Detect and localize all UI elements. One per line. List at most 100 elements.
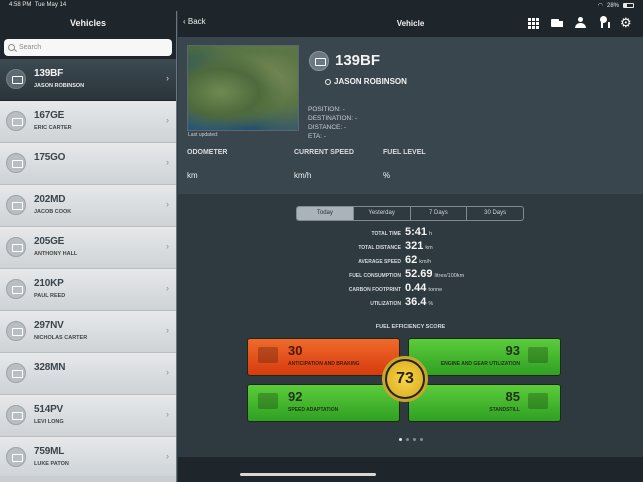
odometer-label: ODOMETER	[187, 149, 228, 156]
overall-score: 73	[387, 361, 423, 397]
engine-gear-tile[interactable]: 93 ENGINE AND GEAR UTILIZATION	[408, 338, 561, 376]
stat-label: TOTAL TIME	[371, 231, 401, 237]
tile-score: 93	[505, 343, 520, 358]
stat-value: 62 km/h	[405, 254, 431, 266]
tile-label: SPEED ADAPTATION	[288, 407, 339, 413]
vehicle-row-514pv[interactable]: 514PV LEVI LONG ›	[0, 395, 176, 437]
page-dot	[419, 438, 423, 441]
destination-field: DESTINATION: -	[308, 115, 357, 122]
vehicle-reg: 139BF	[34, 68, 64, 79]
stat-total-time: TOTAL TIME	[178, 226, 401, 240]
truck-icon[interactable]	[551, 16, 564, 29]
stat-average-speed-value: 62 km/h	[401, 254, 521, 268]
status-right: ◠ 28%	[598, 2, 634, 9]
page-indicator[interactable]	[178, 438, 643, 441]
stat-utilization-value: 36.4%	[401, 296, 521, 310]
vehicle-row-297nv[interactable]: 297NV NICHOLAS CARTER ›	[0, 311, 176, 353]
vehicle-row-202md[interactable]: 202MD JACOB COOK ›	[0, 185, 176, 227]
grid-icon[interactable]	[528, 16, 541, 29]
stat-unit: km/h	[419, 259, 432, 265]
driver-icon[interactable]	[574, 16, 587, 29]
vehicle-reg: 297NV	[34, 320, 64, 331]
chevron-right-icon: ›	[166, 199, 169, 209]
stat-number: 52.69	[405, 268, 433, 280]
vehicle-driver: JASON ROBINSON	[34, 83, 85, 89]
vehicle-icon	[6, 279, 26, 299]
speed-adaptation-tile[interactable]: 92 SPEED ADAPTATION	[247, 384, 400, 422]
engine-icon	[528, 347, 548, 363]
stat-unit: km	[425, 245, 433, 251]
efficiency-title: FUEL EFFICIENCY SCORE	[375, 324, 446, 330]
wifi-icon: ◠	[597, 3, 603, 9]
tile-score: 85	[505, 389, 520, 404]
stat-average-speed: AVERAGE SPEED	[178, 254, 401, 268]
stat-unit: %	[428, 301, 434, 307]
battery-percent: 28%	[606, 2, 619, 9]
stat-fuel-consumption: FUEL CONSUMPTION	[178, 268, 401, 282]
stat-label: FUEL CONSUMPTION	[349, 273, 401, 279]
map-thumbnail[interactable]	[187, 45, 299, 131]
vehicles-sidebar: Vehicles Search 139BF JASON ROBINSON › 1…	[0, 11, 177, 482]
toolbar-icons: ⚙	[528, 16, 633, 29]
stat-unit: tonne	[428, 287, 443, 293]
vehicle-icon	[309, 51, 329, 71]
search-icon	[8, 44, 15, 51]
fuel-pump-icon	[528, 393, 548, 409]
overall-score-badge: 73	[382, 356, 428, 402]
chevron-right-icon: ›	[166, 157, 169, 167]
tab-30-days[interactable]: 30 Days	[467, 207, 523, 220]
search-input[interactable]: Search	[4, 39, 172, 56]
stat-number: 5:41	[405, 226, 428, 238]
sidebar-title: Vehicles	[0, 11, 176, 37]
vehicle-reg: 167GE	[34, 110, 65, 121]
tile-score: 30	[288, 343, 303, 358]
speedometer-icon	[258, 393, 278, 409]
chevron-right-icon: ›	[166, 115, 169, 125]
driver-icon	[325, 79, 331, 85]
vehicle-row-328mn[interactable]: 328MN ›	[0, 353, 176, 395]
stat-number: 321	[405, 240, 424, 252]
standstill-tile[interactable]: 85 STANDSTILL	[408, 384, 561, 422]
stat-label: AVERAGE SPEED	[358, 259, 401, 265]
stat-carbon-footprint: CARBON FOOTPRINT	[178, 282, 401, 296]
chevron-right-icon: ›	[166, 283, 169, 293]
stat-number: 36.4	[405, 296, 427, 308]
stat-total-distance: TOTAL DISTANCE	[178, 240, 401, 254]
tab-7-days[interactable]: 7 Days	[411, 207, 468, 220]
vehicle-row-210kp[interactable]: 210KP PAUL REED ›	[0, 269, 176, 311]
stat-fuel-consumption-value: 52.69 litres/100km	[401, 268, 521, 282]
stat-total-time-value: 5:41 h	[401, 226, 521, 240]
vehicle-row-205ge[interactable]: 205GE ANTHONY HALL ›	[0, 227, 176, 269]
vehicle-icon	[6, 69, 26, 89]
stat-unit: litres/100km	[434, 273, 465, 279]
gear-icon[interactable]: ⚙	[620, 16, 633, 29]
tab-today[interactable]: Today	[297, 207, 354, 220]
vehicle-info-panel: Last updated: 139BF JASON ROBINSON POSIT…	[178, 37, 643, 194]
anticipation-braking-tile[interactable]: 30 ANTICIPATION AND BRAKING	[247, 338, 400, 376]
stat-unit: h	[429, 231, 433, 237]
distance-field: DISTANCE: -	[308, 124, 347, 131]
vehicle-driver: ERIC CARTER	[34, 125, 72, 131]
search-placeholder: Search	[19, 44, 42, 51]
stat-utilization: UTILIZATION	[178, 296, 401, 310]
home-indicator[interactable]	[240, 473, 376, 476]
vehicle-row-175go[interactable]: 175GO ›	[0, 143, 176, 185]
stat-value: 0.44 tonne	[405, 282, 442, 294]
vehicle-row-139bf[interactable]: 139BF JASON ROBINSON ›	[0, 59, 176, 101]
last-updated: Last updated:	[188, 132, 219, 138]
driver-row: JASON ROBINSON	[325, 77, 407, 86]
stat-number: 62	[405, 254, 418, 266]
tab-yesterday[interactable]: Yesterday	[354, 207, 411, 220]
tile-label: ENGINE AND GEAR UTILIZATION	[440, 361, 520, 367]
award-icon[interactable]	[597, 16, 610, 29]
tile-label: ANTICIPATION AND BRAKING	[288, 361, 360, 367]
vehicle-reg: 205GE	[34, 236, 65, 247]
vehicle-detail: ‹ Back Vehicle ⚙ Last updated: 139BF JAS…	[178, 11, 643, 482]
vehicle-row-167ge[interactable]: 167GE ERIC CARTER ›	[0, 101, 176, 143]
stat-label: CARBON FOOTPRINT	[348, 287, 401, 293]
vehicle-driver: PAUL REED	[34, 293, 66, 299]
odometer-unit: km	[187, 171, 198, 180]
current-speed-label: CURRENT SPEED	[294, 149, 354, 156]
vehicle-row-759ml[interactable]: 759ML LUKE PATON ›	[0, 437, 176, 479]
chevron-right-icon: ›	[166, 409, 169, 419]
